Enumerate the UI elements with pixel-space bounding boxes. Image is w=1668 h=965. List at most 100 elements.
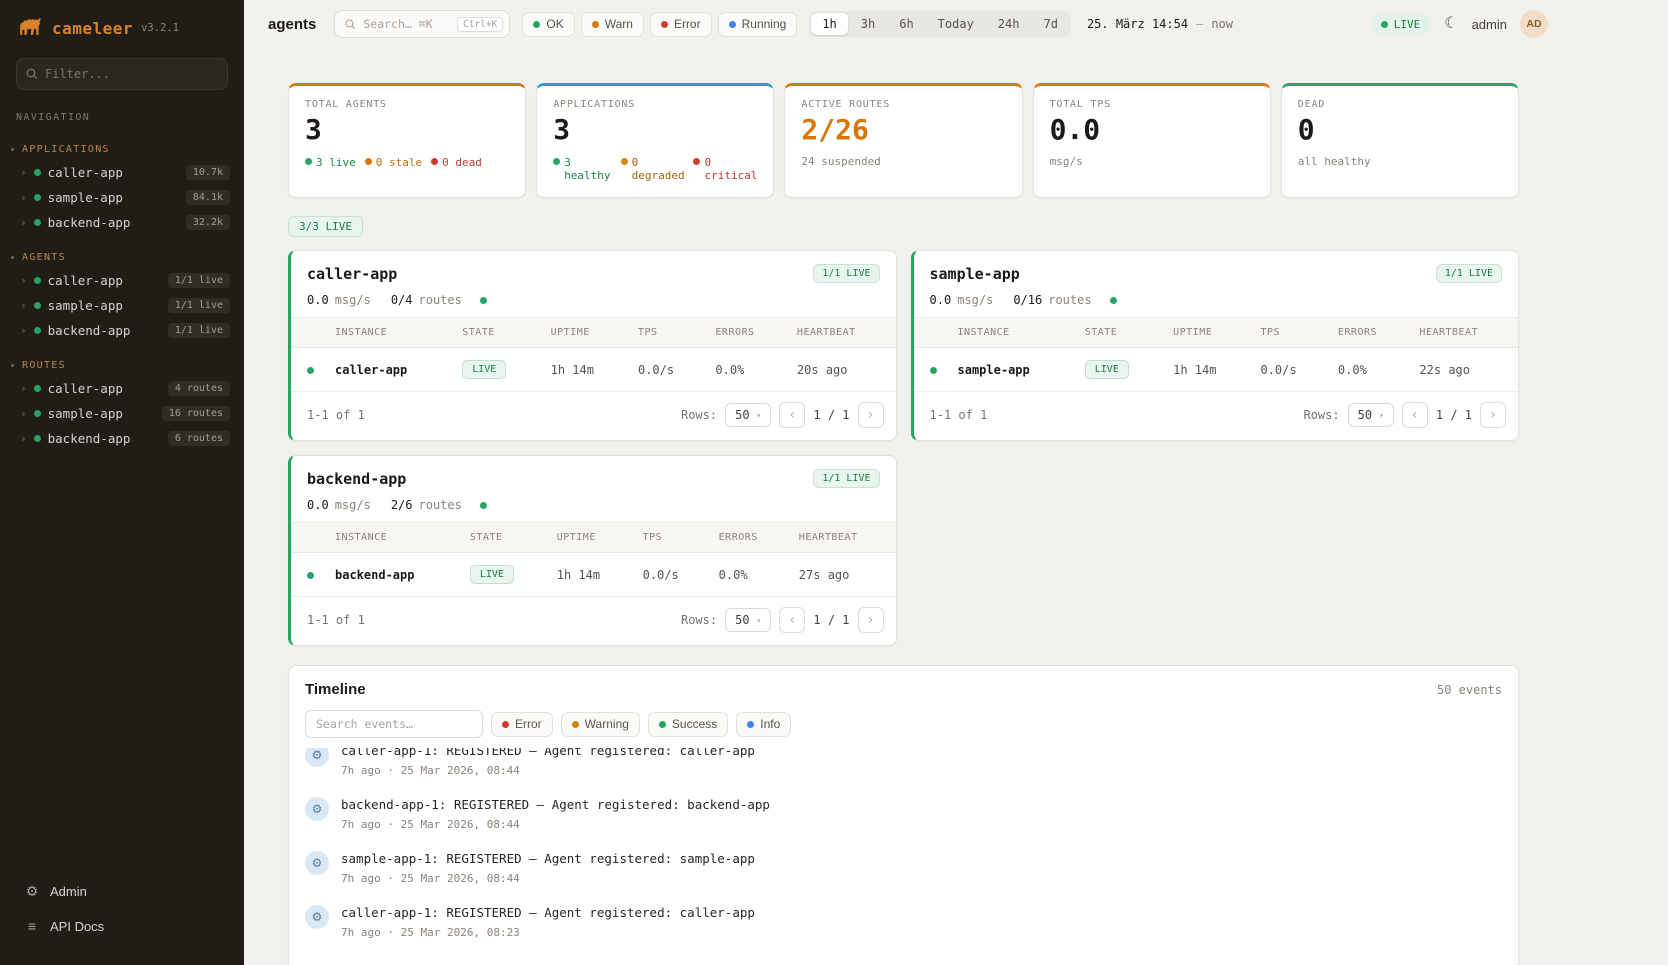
- state-badge: LIVE: [470, 565, 514, 584]
- topbar-right: LIVE ☾ admin AD: [1370, 10, 1548, 38]
- event-item[interactable]: ⚙ caller-app-1: REGISTERED — Agent regis…: [305, 895, 1502, 949]
- app-version: v3.2.1: [141, 22, 179, 34]
- timeline-filter-warning[interactable]: Warning: [561, 712, 640, 737]
- table-row[interactable]: backend-app LIVE 1h 14m 0.0/s 0.0% 27s a…: [291, 553, 896, 597]
- chevron-down-icon: ▾: [757, 411, 762, 420]
- status-dot: [34, 302, 41, 309]
- sidebar: cameleer v3.2.1 NAVIGATION APPLICATIONS …: [0, 0, 244, 965]
- timeline-filter-error[interactable]: Error: [491, 712, 553, 737]
- sidebar-app-caller-app[interactable]: › caller-app 10.7k: [0, 160, 244, 185]
- live-dot: [305, 158, 312, 165]
- filter-chip-warn[interactable]: Warn: [581, 12, 644, 37]
- section-header-routes[interactable]: ROUTES: [0, 355, 244, 376]
- prev-page-button[interactable]: ‹: [1402, 402, 1428, 428]
- nav-label: NAVIGATION: [16, 112, 228, 123]
- sidebar-route-sample-app[interactable]: › sample-app 16 routes: [0, 401, 244, 426]
- column-header: TPS: [628, 318, 705, 348]
- routes-value: 2/6: [391, 498, 413, 512]
- prev-page-button[interactable]: ‹: [779, 402, 805, 428]
- filter-chip-running[interactable]: Running: [718, 12, 798, 37]
- filter-chip-ok[interactable]: OK: [522, 12, 574, 37]
- health-dot: [480, 297, 487, 304]
- sidebar-agent-backend-app[interactable]: › backend-app 1/1 live: [0, 318, 244, 343]
- sidebar-section-applications: APPLICATIONS › caller-app 10.7k › sample…: [0, 139, 244, 235]
- time-range-3h[interactable]: 3h: [850, 13, 886, 35]
- moon-icon: ☾: [1444, 15, 1458, 32]
- timeline-search-input[interactable]: [305, 710, 483, 738]
- theme-toggle-button[interactable]: ☾: [1444, 16, 1458, 32]
- sidebar-route-backend-app[interactable]: › backend-app 6 routes: [0, 426, 244, 451]
- table-row[interactable]: sample-app LIVE 1h 14m 0.0/s 0.0% 22s ag…: [914, 348, 1519, 392]
- filter-chip-label: Warning: [585, 717, 629, 731]
- tps-unit: msg/s: [335, 498, 371, 512]
- summary-card-applications: APPLICATIONS 3 3 healthy 0 degraded 0 cr…: [536, 83, 774, 198]
- sidebar-item-label: sample-app: [48, 298, 123, 313]
- panel-footer: 1-1 of 1 Rows: 50 ▾ ‹ 1 / 1 ›: [291, 392, 896, 440]
- timeline-filter-success[interactable]: Success: [648, 712, 728, 737]
- section-dot-icon: [11, 256, 14, 259]
- search-input[interactable]: [363, 17, 450, 31]
- status-dot: [34, 219, 41, 226]
- sidebar-agent-caller-app[interactable]: › caller-app 1/1 live: [0, 268, 244, 293]
- avatar[interactable]: AD: [1520, 10, 1548, 38]
- time-range-today[interactable]: Today: [927, 13, 985, 35]
- sidebar-footer: ⚙ Admin ≡ API Docs: [0, 864, 244, 965]
- warning-dot: [572, 721, 579, 728]
- time-range-1h[interactable]: 1h: [811, 13, 847, 35]
- event-list[interactable]: ⚙ caller-app-1: REGISTERED — Agent regis…: [289, 748, 1518, 965]
- next-page-button[interactable]: ›: [858, 607, 884, 633]
- logo-text: cameleer: [52, 19, 133, 38]
- sidebar-item-label: sample-app: [48, 190, 123, 205]
- sidebar-app-backend-app[interactable]: › backend-app 32.2k: [0, 210, 244, 235]
- uptime-cell: 1h 14m: [541, 348, 628, 392]
- card-title: TOTAL AGENTS: [305, 99, 509, 110]
- timeline-filter-info[interactable]: Info: [736, 712, 791, 737]
- section-header-agents[interactable]: AGENTS: [0, 247, 244, 268]
- health-dot: [1110, 297, 1117, 304]
- section-header-applications[interactable]: APPLICATIONS: [0, 139, 244, 160]
- event-timestamp: 7h ago · 25 Mar 2026, 08:23: [341, 926, 755, 939]
- filter-input[interactable]: [16, 58, 228, 90]
- chevron-down-icon: ▾: [757, 616, 762, 625]
- uptime-cell: 1h 14m: [1163, 348, 1250, 392]
- card-value: 3: [553, 115, 757, 146]
- panel-live-badge: 1/1 LIVE: [813, 469, 879, 488]
- search-shortcut-kbd: Ctrl+K: [457, 17, 503, 32]
- stale-dot: [365, 158, 372, 165]
- tps-value: 0.0: [307, 498, 329, 512]
- sidebar-item-label: caller-app: [48, 381, 123, 396]
- stat-text: 0 stale: [376, 156, 422, 169]
- timeline-controls: Error Warning Success Info: [289, 710, 1518, 748]
- instance-name: caller-app: [325, 348, 452, 392]
- summary-card-total-agents: TOTAL AGENTS 3 3 live 0 stale 0 dead: [288, 83, 526, 198]
- rows-per-page-select[interactable]: 50 ▾: [725, 403, 771, 427]
- sidebar-item-admin[interactable]: ⚙ Admin: [0, 874, 244, 909]
- next-page-button[interactable]: ›: [858, 402, 884, 428]
- healthy-dot: [553, 158, 560, 165]
- event-item[interactable]: ⚙ backend-app-1: REGISTERED — Agent regi…: [305, 787, 1502, 841]
- rows-per-page-select[interactable]: 50 ▾: [1348, 403, 1394, 427]
- card-value: 0: [1298, 115, 1502, 146]
- sidebar-app-sample-app[interactable]: › sample-app 84.1k: [0, 185, 244, 210]
- sidebar-item-api-docs[interactable]: ≡ API Docs: [0, 909, 244, 943]
- sidebar-agent-sample-app[interactable]: › sample-app 1/1 live: [0, 293, 244, 318]
- event-item[interactable]: ⚙ sample-app-1: REGISTERED — Agent regis…: [305, 841, 1502, 895]
- logo: cameleer v3.2.1: [0, 0, 244, 54]
- event-item[interactable]: ⚙ caller-app-1: REGISTERED — Agent regis…: [305, 748, 1502, 787]
- status-dot: [34, 194, 41, 201]
- page-indicator: 1 / 1: [813, 613, 849, 627]
- prev-page-button[interactable]: ‹: [779, 607, 805, 633]
- section-dot-icon: [11, 364, 14, 367]
- rows-per-page-select[interactable]: 50 ▾: [725, 608, 771, 632]
- degraded-dot: [621, 158, 628, 165]
- table-row[interactable]: caller-app LIVE 1h 14m 0.0/s 0.0% 20s ag…: [291, 348, 896, 392]
- time-range-6h[interactable]: 6h: [888, 13, 924, 35]
- time-range-7d[interactable]: 7d: [1032, 13, 1068, 35]
- time-range-24h[interactable]: 24h: [987, 13, 1031, 35]
- sidebar-route-caller-app[interactable]: › caller-app 4 routes: [0, 376, 244, 401]
- filter-chip-error[interactable]: Error: [650, 12, 712, 37]
- time-window-end: now: [1211, 17, 1233, 31]
- chevron-down-icon: ▾: [1379, 411, 1384, 420]
- next-page-button[interactable]: ›: [1480, 402, 1506, 428]
- column-header: HEARTBEAT: [787, 318, 896, 348]
